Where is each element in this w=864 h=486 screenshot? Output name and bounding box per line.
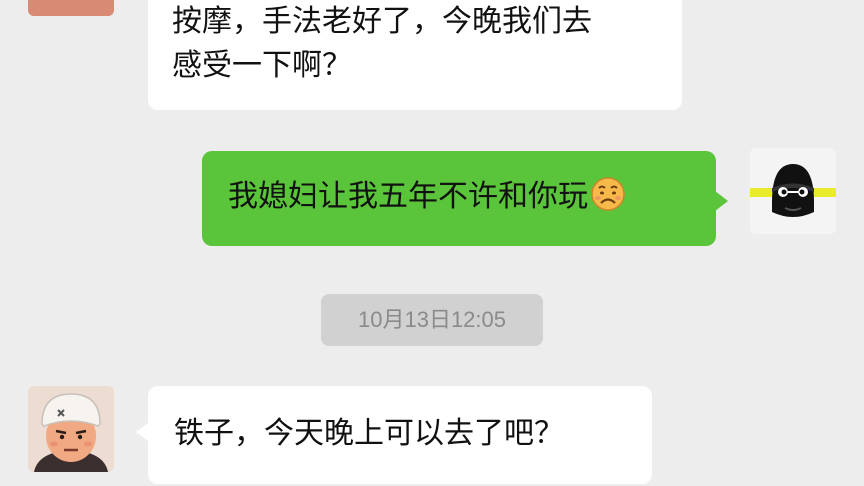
message-text: 铁子，今天晚上可以去了吧？ bbox=[174, 416, 564, 451]
message-text: 我媳妇让我五年不许和你玩 bbox=[228, 179, 588, 214]
message-bubble-incoming[interactable]: 按摩，手法老好了，今晚我们去 感受一下啊？ bbox=[148, 0, 682, 110]
bubble-tail bbox=[136, 422, 149, 442]
message-text-line: 感受一下啊？ bbox=[172, 48, 352, 83]
message-bubble-outgoing[interactable]: 我媳妇让我五年不许和你玩 bbox=[202, 151, 728, 246]
message-timestamp: 10月13日12:05 bbox=[321, 294, 543, 346]
bubble-tail bbox=[715, 191, 728, 211]
friend-avatar-top[interactable] bbox=[28, 0, 114, 16]
frowning-face-emoji-icon bbox=[590, 176, 626, 212]
message-text-line: 按摩，手法老好了，今晚我们去 bbox=[172, 4, 592, 39]
my-avatar[interactable] bbox=[750, 148, 836, 234]
message-bubble-incoming[interactable]: 铁子，今天晚上可以去了吧？ bbox=[136, 386, 652, 484]
friend-avatar[interactable] bbox=[28, 386, 114, 472]
chat-window: 按摩，手法老好了，今晚我们去 感受一下啊？ 我媳妇让我五年不许和你玩 10月13… bbox=[0, 0, 864, 486]
